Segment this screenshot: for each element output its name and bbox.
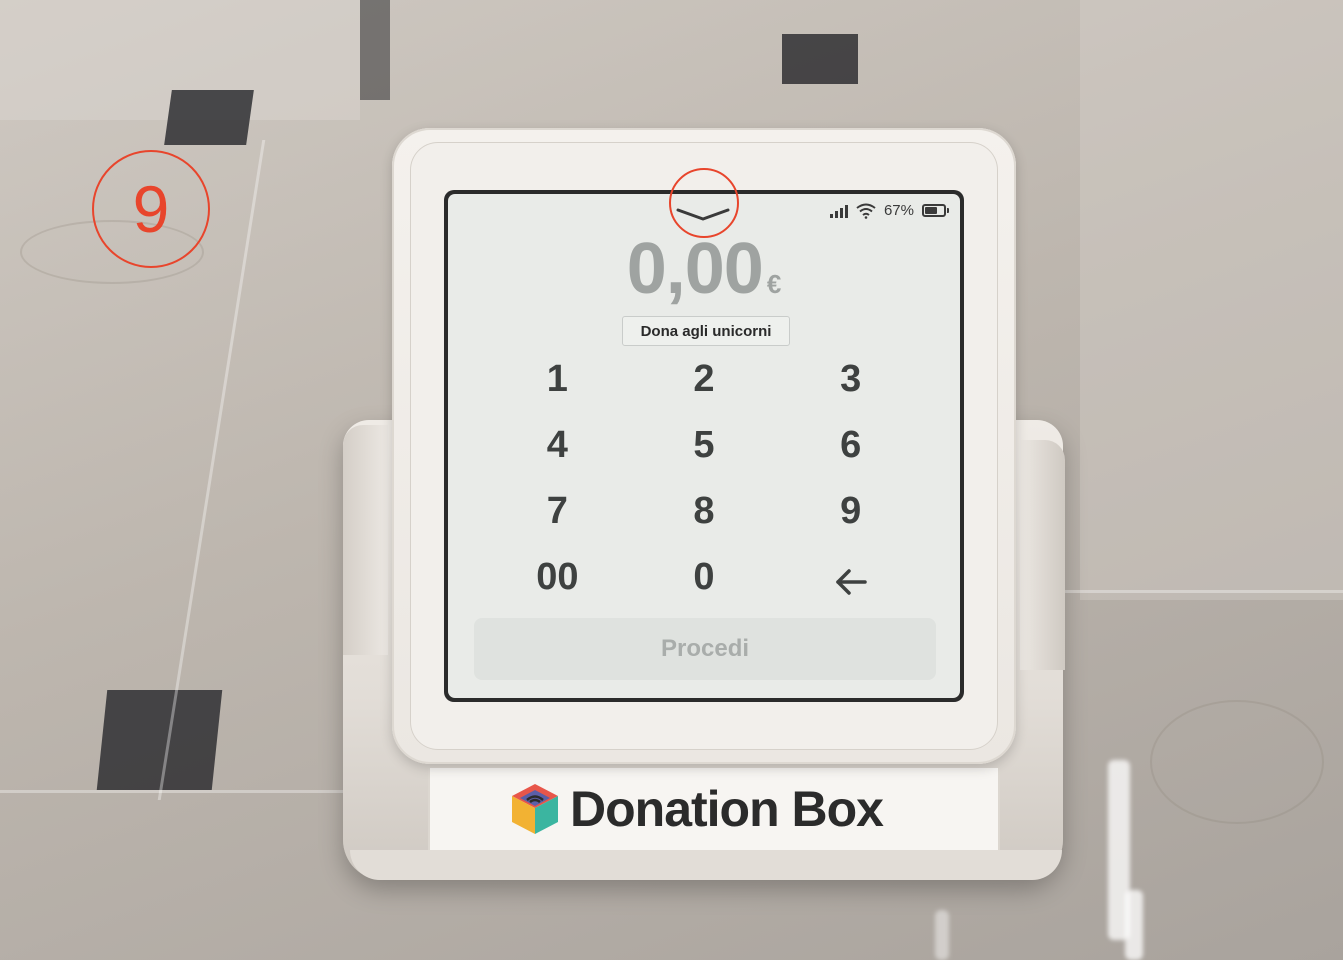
proceed-button[interactable]: Procedi (474, 618, 936, 680)
brand-name: Donation Box (570, 781, 884, 837)
status-bar: 67% (829, 202, 949, 219)
light-reflection (935, 910, 949, 960)
marble-vein (1150, 700, 1324, 824)
numeric-keypad: 1 2 3 4 5 6 7 8 9 00 0 (484, 346, 924, 610)
key-3[interactable]: 3 (777, 346, 924, 412)
device-screen: 67% 0,00 € Dona agli unicorni 1 2 3 4 5 6… (444, 190, 964, 702)
arrow-left-icon (834, 563, 868, 595)
campaign-label[interactable]: Dona agli unicorni (622, 316, 790, 346)
signal-icon (829, 204, 848, 218)
brand-logo: Donation Box (506, 776, 884, 842)
tile-seam (1065, 590, 1343, 593)
key-4[interactable]: 4 (484, 412, 631, 478)
battery-level-fill (925, 207, 938, 214)
donation-amount: 0,00 € (448, 228, 960, 310)
key-6[interactable]: 6 (777, 412, 924, 478)
stand-side-right (1020, 440, 1065, 670)
floor-tile-dark (360, 0, 390, 100)
amount-value: 0,00 (626, 229, 764, 309)
key-8[interactable]: 8 (631, 478, 778, 544)
wifi-icon (856, 203, 876, 219)
battery-percent: 67% (883, 202, 914, 219)
photo-scene: 9 67% 0,00 € Dona agli unicorni 1 2 3 4 … (0, 0, 1343, 960)
floor-tile-dark (782, 34, 858, 84)
backspace-key[interactable] (777, 544, 924, 610)
step-number: 9 (132, 172, 170, 246)
screen-content: 67% 0,00 € Dona agli unicorni 1 2 3 4 5 6… (448, 194, 960, 698)
key-5[interactable]: 5 (631, 412, 778, 478)
tile-seam (0, 790, 343, 793)
amount-currency: € (766, 269, 782, 299)
donation-box-logo-icon (506, 780, 564, 838)
battery-icon (922, 204, 949, 217)
floor-tile-light (1080, 0, 1343, 600)
key-00[interactable]: 00 (484, 544, 631, 610)
key-0[interactable]: 0 (631, 544, 778, 610)
key-9[interactable]: 9 (777, 478, 924, 544)
key-2[interactable]: 2 (631, 346, 778, 412)
step-number-annotation: 9 (92, 150, 210, 268)
floor-tile-dark (164, 90, 254, 145)
chevron-highlight-annotation (669, 168, 739, 238)
light-reflection (1125, 890, 1143, 960)
key-7[interactable]: 7 (484, 478, 631, 544)
key-1[interactable]: 1 (484, 346, 631, 412)
stand-base (350, 850, 1062, 880)
floor-tile-dark (96, 690, 223, 790)
stand-side-left (343, 425, 388, 655)
